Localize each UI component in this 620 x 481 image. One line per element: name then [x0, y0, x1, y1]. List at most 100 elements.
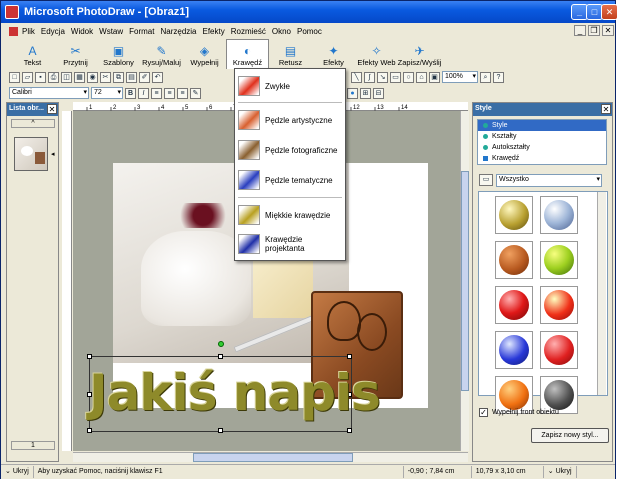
style-swatch[interactable]: [495, 196, 533, 234]
left-hide-toggle[interactable]: ⌄ Ukryj: [1, 466, 34, 478]
style-swatch[interactable]: [540, 286, 578, 324]
bold-button[interactable]: B: [125, 87, 136, 99]
zapisz-button[interactable]: ✈ Zapisz/Wyślij: [398, 39, 442, 69]
canvas-horizontal-scrollbar[interactable]: [73, 452, 468, 462]
font-combo[interactable]: Calibri: [9, 87, 89, 99]
doc-restore-button[interactable]: ❐: [588, 25, 600, 36]
style-panel-close-button[interactable]: ✕: [601, 104, 611, 114]
menu-edycja[interactable]: Edycja: [41, 27, 65, 36]
menu-format[interactable]: Format: [129, 27, 154, 36]
align-center-icon[interactable]: ≡: [164, 87, 175, 99]
menu-pomoc[interactable]: Pomoc: [297, 27, 322, 36]
category-style[interactable]: Style: [478, 120, 606, 131]
paste-icon[interactable]: ▤: [126, 71, 137, 83]
style-swatch[interactable]: [540, 331, 578, 369]
krawedz-button[interactable]: ◐ Krawędź: [226, 39, 269, 69]
menu-efekty[interactable]: Efekty: [203, 27, 225, 36]
hscroll-thumb[interactable]: [193, 453, 353, 462]
canvas-vertical-scrollbar[interactable]: [460, 111, 469, 451]
doc-close-button[interactable]: ✕: [602, 25, 614, 36]
preview-icon[interactable]: ◫: [61, 71, 72, 83]
ellipse-icon[interactable]: ○: [403, 71, 414, 83]
new-icon[interactable]: □: [9, 71, 20, 83]
rysuj-button[interactable]: ✎ Rysuj/Maluj: [140, 39, 183, 69]
print-icon[interactable]: ⎙: [48, 71, 59, 83]
scan-icon[interactable]: ▦: [74, 71, 85, 83]
canvas-text[interactable]: Jakiś napis: [89, 364, 381, 422]
style-swatch[interactable]: [540, 196, 578, 234]
style-swatch[interactable]: [495, 331, 533, 369]
fill-front-checkbox[interactable]: ✓: [479, 408, 488, 417]
open-icon[interactable]: ▱: [22, 71, 33, 83]
align-right-icon[interactable]: ≡: [177, 87, 188, 99]
handle-tl[interactable]: [87, 354, 92, 359]
menu-narzedzia[interactable]: Narzędzia: [160, 27, 196, 36]
category-ksztalty[interactable]: Kształty: [478, 131, 606, 142]
undo-icon[interactable]: ↶: [152, 71, 163, 83]
copy-icon[interactable]: ⧉: [113, 71, 124, 83]
category-autoksztalty[interactable]: Autokształty: [478, 142, 606, 153]
retusz-button[interactable]: ▤ Retusz: [269, 39, 312, 69]
curve-icon[interactable]: ∫: [364, 71, 375, 83]
picture-thumbnail[interactable]: [14, 137, 48, 171]
group-icon[interactable]: ⊞: [360, 87, 371, 99]
przytnij-button[interactable]: ✂ Przytnij: [54, 39, 97, 69]
efekty-web-button[interactable]: ✧ Efekty Web: [355, 39, 398, 69]
right-hide-toggle[interactable]: ⌄ Ukryj: [544, 466, 577, 478]
zoom-icon[interactable]: ⌕: [480, 71, 491, 83]
gallery-scrollbar[interactable]: [597, 192, 606, 395]
doc-minimize-button[interactable]: _: [574, 25, 586, 36]
camera-icon[interactable]: ◉: [87, 71, 98, 83]
style-filter-combo[interactable]: Wszystko: [496, 173, 602, 187]
style-swatch[interactable]: [495, 241, 533, 279]
menu-widok[interactable]: Widok: [71, 27, 93, 36]
menu-item-tematyczne[interactable]: Pędzle tematyczne: [238, 167, 343, 193]
save-style-button[interactable]: Zapisz nowy styl...: [531, 428, 609, 443]
zoom-combo[interactable]: 100%: [442, 71, 478, 83]
style-category-list[interactable]: Style Kształty Autokształty Krawędź: [477, 119, 607, 165]
rotate-handle[interactable]: [218, 341, 224, 347]
tekst-button[interactable]: A Tekst: [11, 39, 54, 69]
style-swatch[interactable]: [540, 241, 578, 279]
menu-rozmiesc[interactable]: Rozmieść: [231, 27, 266, 36]
font-size-combo[interactable]: 72: [91, 87, 123, 99]
gallery-icon[interactable]: ▣: [429, 71, 440, 83]
menu-plik[interactable]: Plik: [22, 27, 35, 36]
menu-okno[interactable]: Okno: [272, 27, 291, 36]
style-gallery[interactable]: [478, 191, 608, 414]
menu-item-projektanta[interactable]: Krawędzie projektanta: [238, 231, 343, 257]
menu-item-fotograficzne[interactable]: Pędzle fotograficzne: [238, 137, 343, 163]
help-icon[interactable]: ?: [493, 71, 504, 83]
ungroup-icon[interactable]: ⊟: [373, 87, 384, 99]
category-krawedz[interactable]: Krawędź: [478, 153, 606, 164]
efekty-button[interactable]: ✦ Efekty: [312, 39, 355, 69]
picture-list-scroll-up[interactable]: ^: [11, 119, 55, 128]
menu-item-zwykle[interactable]: Zwykłe: [238, 73, 343, 99]
handle-tm[interactable]: [218, 354, 223, 359]
format-painter-icon[interactable]: ✐: [139, 71, 150, 83]
save-icon[interactable]: ▪: [35, 71, 46, 83]
preview-mode-icon[interactable]: ▭: [479, 174, 493, 186]
italic-button[interactable]: I: [138, 87, 149, 99]
shapes-icon[interactable]: ⌂: [416, 71, 427, 83]
handle-bm[interactable]: [218, 428, 223, 433]
menu-item-miekkie[interactable]: Miękkie krawędzie: [238, 202, 343, 228]
handle-br[interactable]: [347, 428, 352, 433]
text-color-icon[interactable]: ✎: [190, 87, 201, 99]
picture-list-close-button[interactable]: ✕: [47, 104, 57, 114]
menu-wstaw[interactable]: Wstaw: [99, 27, 123, 36]
close-button[interactable]: ✕: [601, 4, 618, 20]
color-icon[interactable]: ●: [347, 87, 358, 99]
handle-tr[interactable]: [347, 354, 352, 359]
cut-icon[interactable]: ✂: [100, 71, 111, 83]
menu-item-artystyczne[interactable]: Pędzle artystyczne: [238, 107, 343, 133]
rectangle-icon[interactable]: ▭: [390, 71, 401, 83]
szablony-button[interactable]: ▣ Szablony: [97, 39, 140, 69]
vscroll-thumb[interactable]: [461, 171, 469, 391]
wypelnij-button[interactable]: ◈ Wypełnij: [183, 39, 226, 69]
style-swatch[interactable]: [495, 286, 533, 324]
align-left-icon[interactable]: ≡: [151, 87, 162, 99]
arrow-icon[interactable]: ↘: [377, 71, 388, 83]
line-icon[interactable]: ╲: [351, 71, 362, 83]
handle-bl[interactable]: [87, 428, 92, 433]
